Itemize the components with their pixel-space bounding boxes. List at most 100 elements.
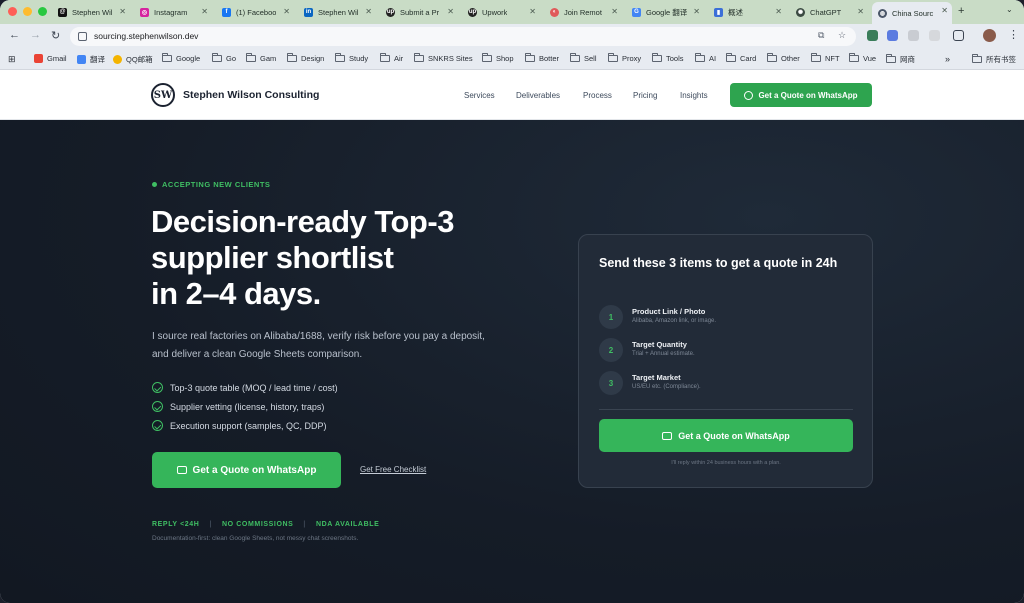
browser-tab[interactable]: ✺ ChatGPT ✕ [790,3,868,21]
nav-insights[interactable]: Insights [680,91,708,100]
close-tab-icon[interactable]: ✕ [283,7,290,16]
step-item: 2 Target Quantity Trial + Annual estimat… [599,338,859,364]
status-dot-icon [152,182,157,187]
reply-note: I'll reply within 24 business hours with… [671,460,781,466]
translate-icon [77,55,86,64]
bookmark-folder[interactable]: Shop [482,53,514,63]
step-number: 1 [599,305,623,329]
browser-tab[interactable]: @ Stephen Wil ✕ [52,3,130,21]
profile-avatar[interactable] [983,29,996,42]
extension-icon[interactable] [867,30,878,41]
bookmark-folder[interactable]: Design [287,53,324,63]
browser-tab[interactable]: up Submit a Pr ✕ [380,3,458,21]
minimize-window-button[interactable] [23,7,32,16]
close-tab-icon[interactable]: ✕ [201,7,208,16]
feature-item: Execution support (samples, QC, DDP) [152,420,327,431]
feature-item: Top-3 quote table (MOQ / lead time / cos… [152,382,338,393]
browser-tab[interactable]: ◎ Instagram ✕ [134,3,212,21]
translate-page-icon[interactable]: ⧉ [818,30,824,41]
new-tab-button[interactable]: + [958,5,964,17]
bookmark-folder[interactable]: Proxy [608,53,641,63]
folder-icon [767,53,777,62]
all-bookmarks-folder[interactable]: 所有书签 [972,54,1016,65]
bookmark-folder[interactable]: Study [335,53,368,63]
browser-tab[interactable]: up Upwork ✕ [462,3,540,21]
bookmark-folder[interactable]: Botter [525,53,559,63]
browser-tab[interactable]: ▮ 概述 ✕ [708,3,786,21]
qq-mail-icon [113,55,122,64]
nav-services[interactable]: Services [464,91,495,100]
check-circle-icon [152,420,163,431]
more-bookmarks-chevron-icon[interactable]: » [945,54,950,64]
bookmark-folder[interactable]: Card [726,53,756,63]
window-controls [8,7,47,16]
bookmark-folder[interactable]: Gam [246,53,276,63]
bookmark-folder[interactable]: 网商 [886,54,915,65]
close-tab-icon[interactable]: ✕ [447,7,454,16]
close-tab-icon[interactable]: ✕ [529,7,536,16]
folder-icon [525,53,535,62]
close-tab-icon[interactable]: ✕ [857,7,864,16]
brand-name[interactable]: Stephen Wilson Consulting [183,89,319,101]
bookmark-folder[interactable]: AI [695,53,716,63]
site-info-icon[interactable] [78,32,87,41]
browser-menu-icon[interactable]: ⋮ [1008,28,1019,41]
chat-bubble-icon [662,431,673,440]
zoom-window-button[interactable] [38,7,47,16]
header-whatsapp-button[interactable]: Get a Quote on WhatsApp [730,83,872,107]
extension-icon[interactable] [929,30,940,41]
bookmarks-bar: ⊞ Gmail 翻译 QQ邮箱 Google Go Gam Design Stu… [0,49,1024,70]
extensions-puzzle-icon[interactable] [953,30,964,41]
bookmark-folder[interactable]: Google [162,53,200,63]
extension-icon[interactable] [887,30,898,41]
close-tab-icon[interactable]: ✕ [693,7,700,16]
bookmark-star-icon[interactable]: ☆ [838,30,846,41]
reload-icon[interactable]: ↻ [51,29,60,42]
card-whatsapp-button[interactable]: Get a Quote on WhatsApp [599,419,853,452]
bookmark-item[interactable]: QQ邮箱 [113,54,153,65]
bookmark-folder[interactable]: Other [767,53,800,63]
free-checklist-link[interactable]: Get Free Checklist [360,465,426,474]
divider: | [303,521,306,528]
nav-pricing[interactable]: Pricing [633,91,657,100]
folder-icon [212,53,222,62]
bookmark-item[interactable]: 翻译 [77,54,105,65]
address-bar[interactable]: sourcing.stephenwilson.dev ⧉ ☆ [70,27,856,46]
logo-icon[interactable]: SW [151,83,175,107]
hero-whatsapp-button[interactable]: Get a Quote on WhatsApp [152,452,341,488]
bookmark-item[interactable]: Gmail [34,54,67,63]
close-tab-icon[interactable]: ✕ [611,7,618,16]
bookmark-folder[interactable]: NFT [811,53,840,63]
folder-icon [695,53,705,62]
card-title: Send these 3 items to get a quote in 24h [599,256,838,270]
browser-tab-active[interactable]: ◍ China Sourc ✕ [872,2,952,24]
bookmark-folder[interactable]: Go [212,53,236,63]
browser-tab[interactable]: ◐ Join Remot ✕ [544,3,622,21]
close-tab-icon[interactable]: ✕ [119,7,126,16]
nav-deliverables[interactable]: Deliverables [516,91,560,100]
folder-icon [246,53,256,62]
folder-icon [849,53,859,62]
close-tab-icon[interactable]: ✕ [365,7,372,16]
bookmark-folder[interactable]: Sell [570,53,597,63]
step-label: Product Link / Photo [632,307,706,316]
back-arrow-icon[interactable]: ← [9,29,20,41]
bookmark-folder[interactable]: Tools [652,53,684,63]
bookmark-folder[interactable]: SNKRS Sites [414,53,473,63]
bookmark-folder[interactable]: Air [380,53,403,63]
nav-process[interactable]: Process [583,91,612,100]
url-text[interactable]: sourcing.stephenwilson.dev [94,31,198,41]
folder-icon [726,53,736,62]
browser-tab[interactable]: in Stephen Wil ✕ [298,3,376,21]
close-tab-icon[interactable]: ✕ [941,6,948,15]
close-tab-icon[interactable]: ✕ [775,7,782,16]
bookmark-folder[interactable]: Vue [849,53,876,63]
translate-icon: G [632,7,641,17]
browser-tab[interactable]: f (1) Faceboo ✕ [216,3,294,21]
close-window-button[interactable] [8,7,17,16]
apps-grid-icon[interactable]: ⊞ [8,54,16,65]
browser-tab[interactable]: G Google 翻译 ✕ [626,3,704,21]
forward-arrow-icon[interactable]: → [30,29,41,41]
extension-icon[interactable] [908,30,919,41]
tab-search-chevron-icon[interactable]: ⌄ [1006,5,1013,14]
